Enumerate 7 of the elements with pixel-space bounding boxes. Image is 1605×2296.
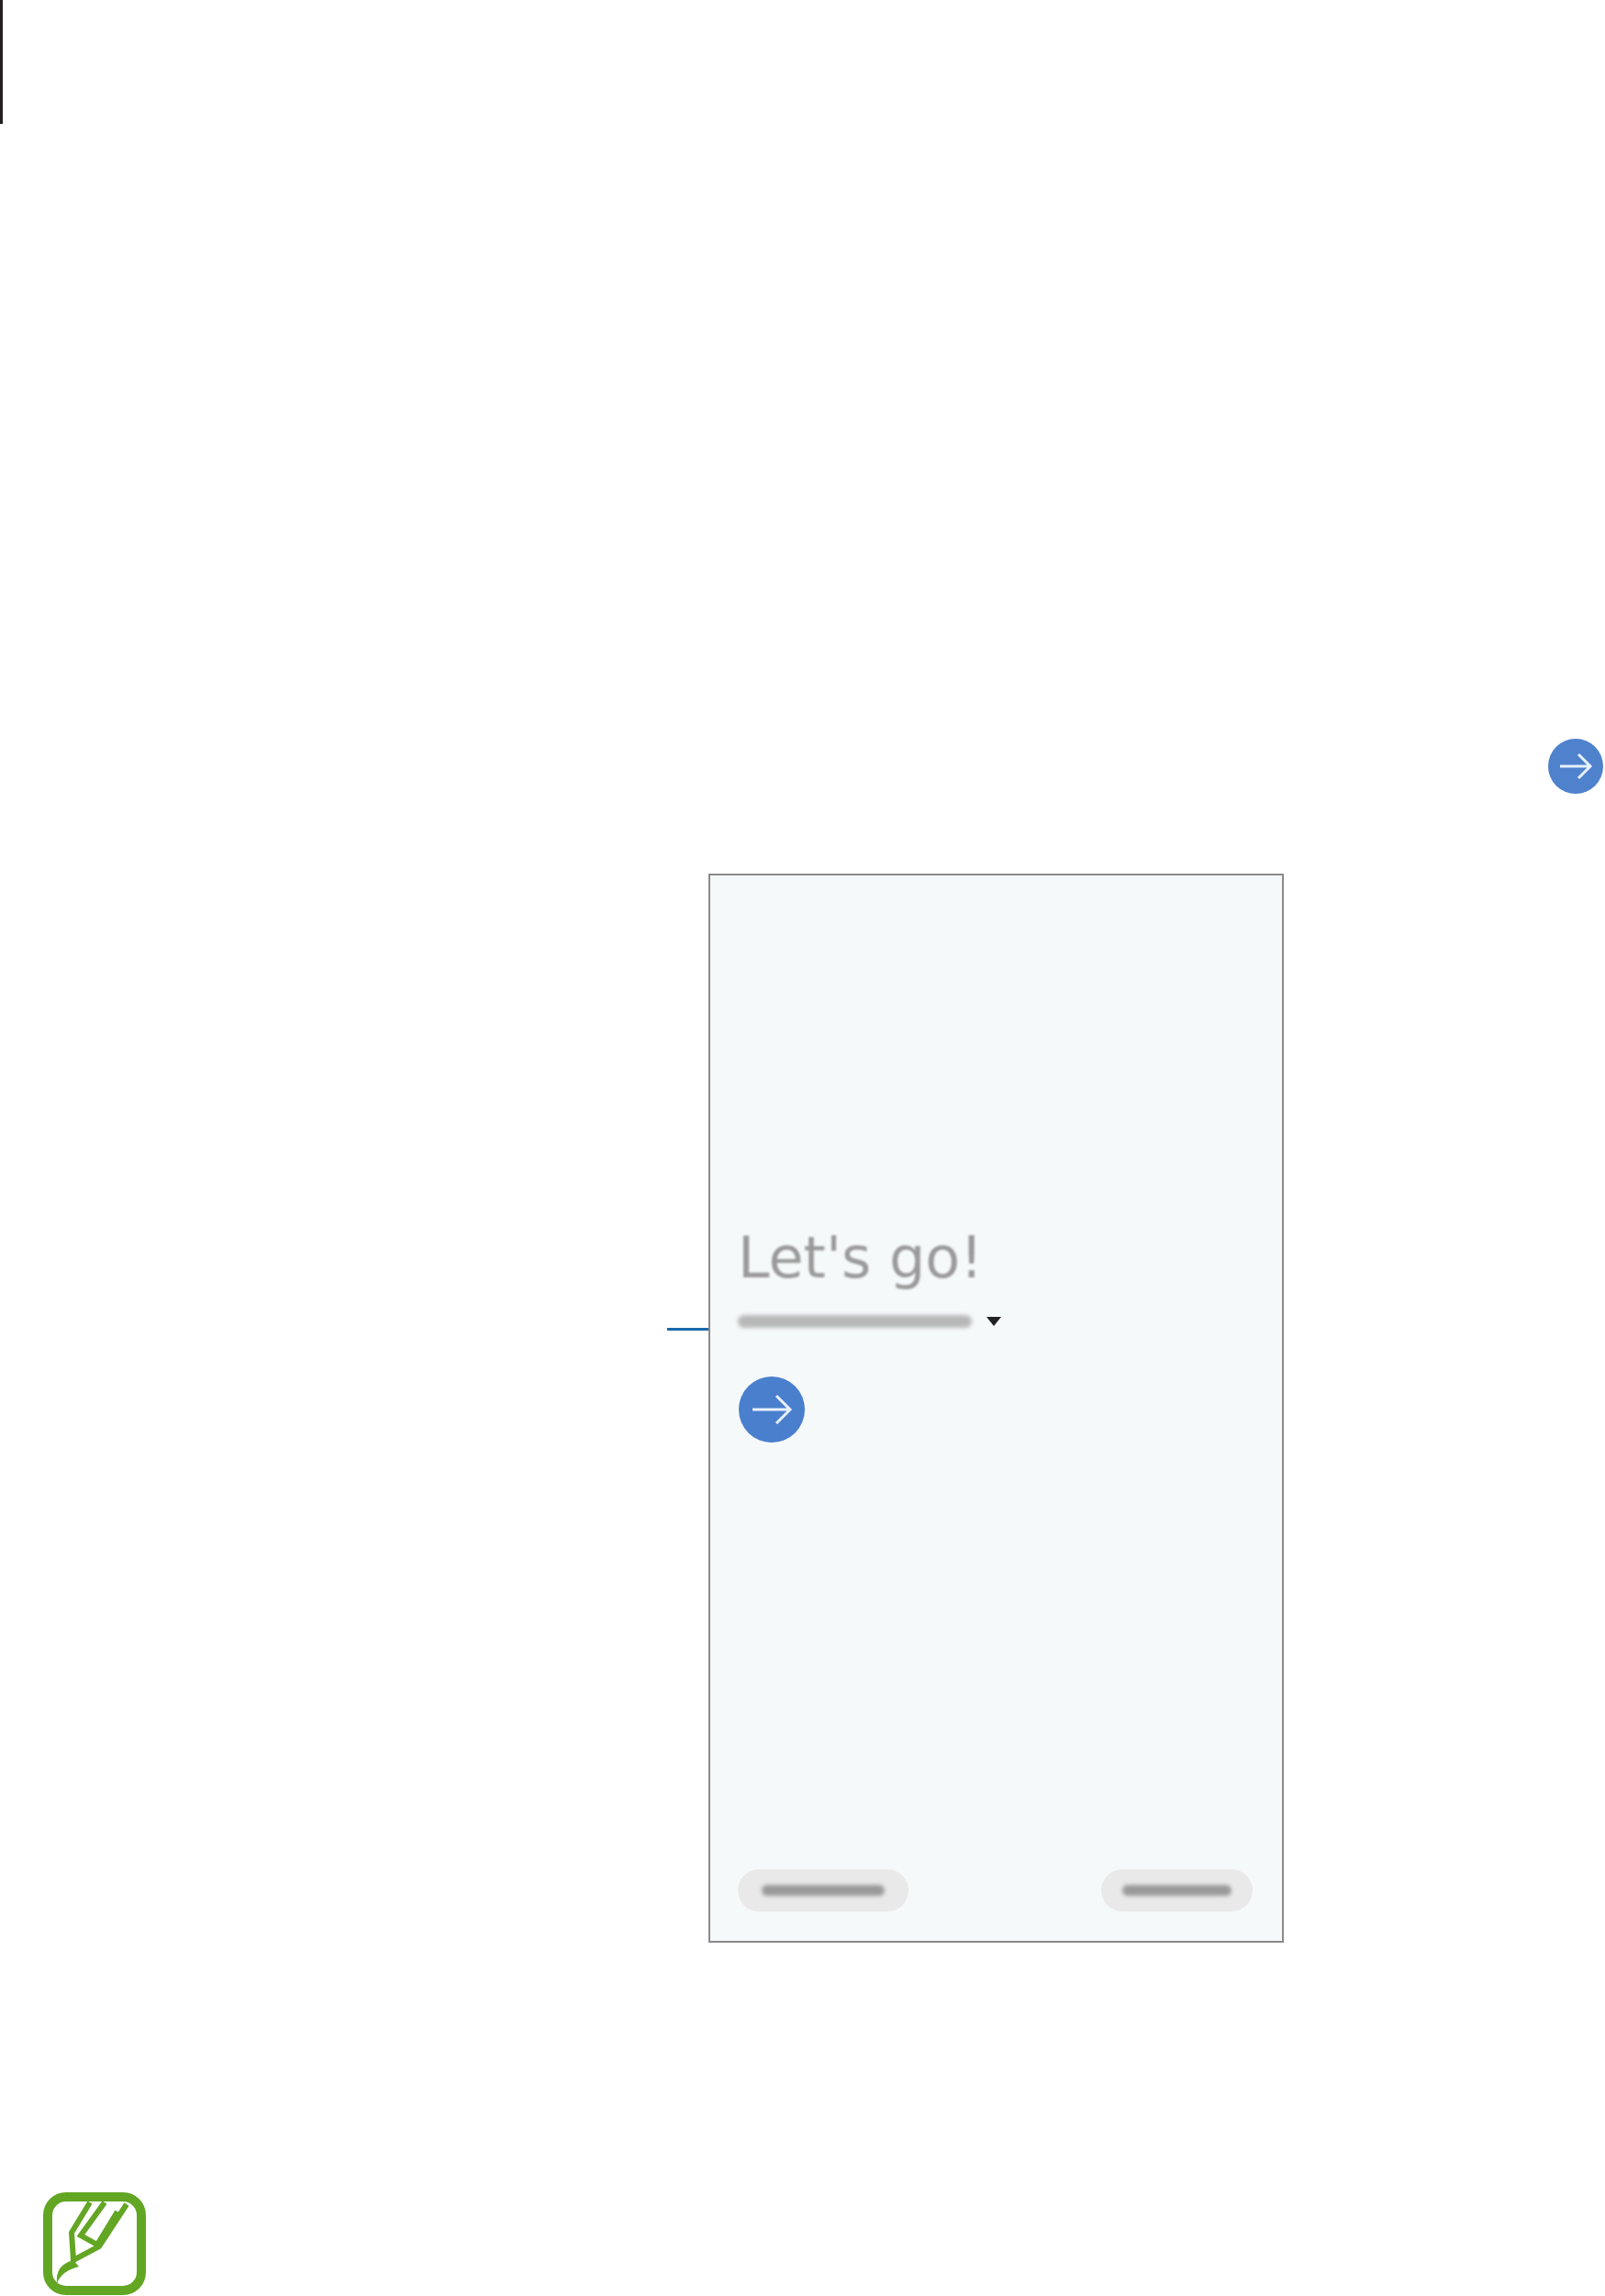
- welcome-title: Let's go!: [738, 1224, 984, 1291]
- caret-icon: [986, 1317, 1001, 1326]
- next-button[interactable]: [738, 1376, 806, 1443]
- language-selector[interactable]: [738, 1315, 972, 1328]
- accessibility-button[interactable]: [1101, 1869, 1253, 1911]
- pencil-icon: [42, 2191, 147, 2296]
- emergency-call-button[interactable]: [738, 1869, 908, 1911]
